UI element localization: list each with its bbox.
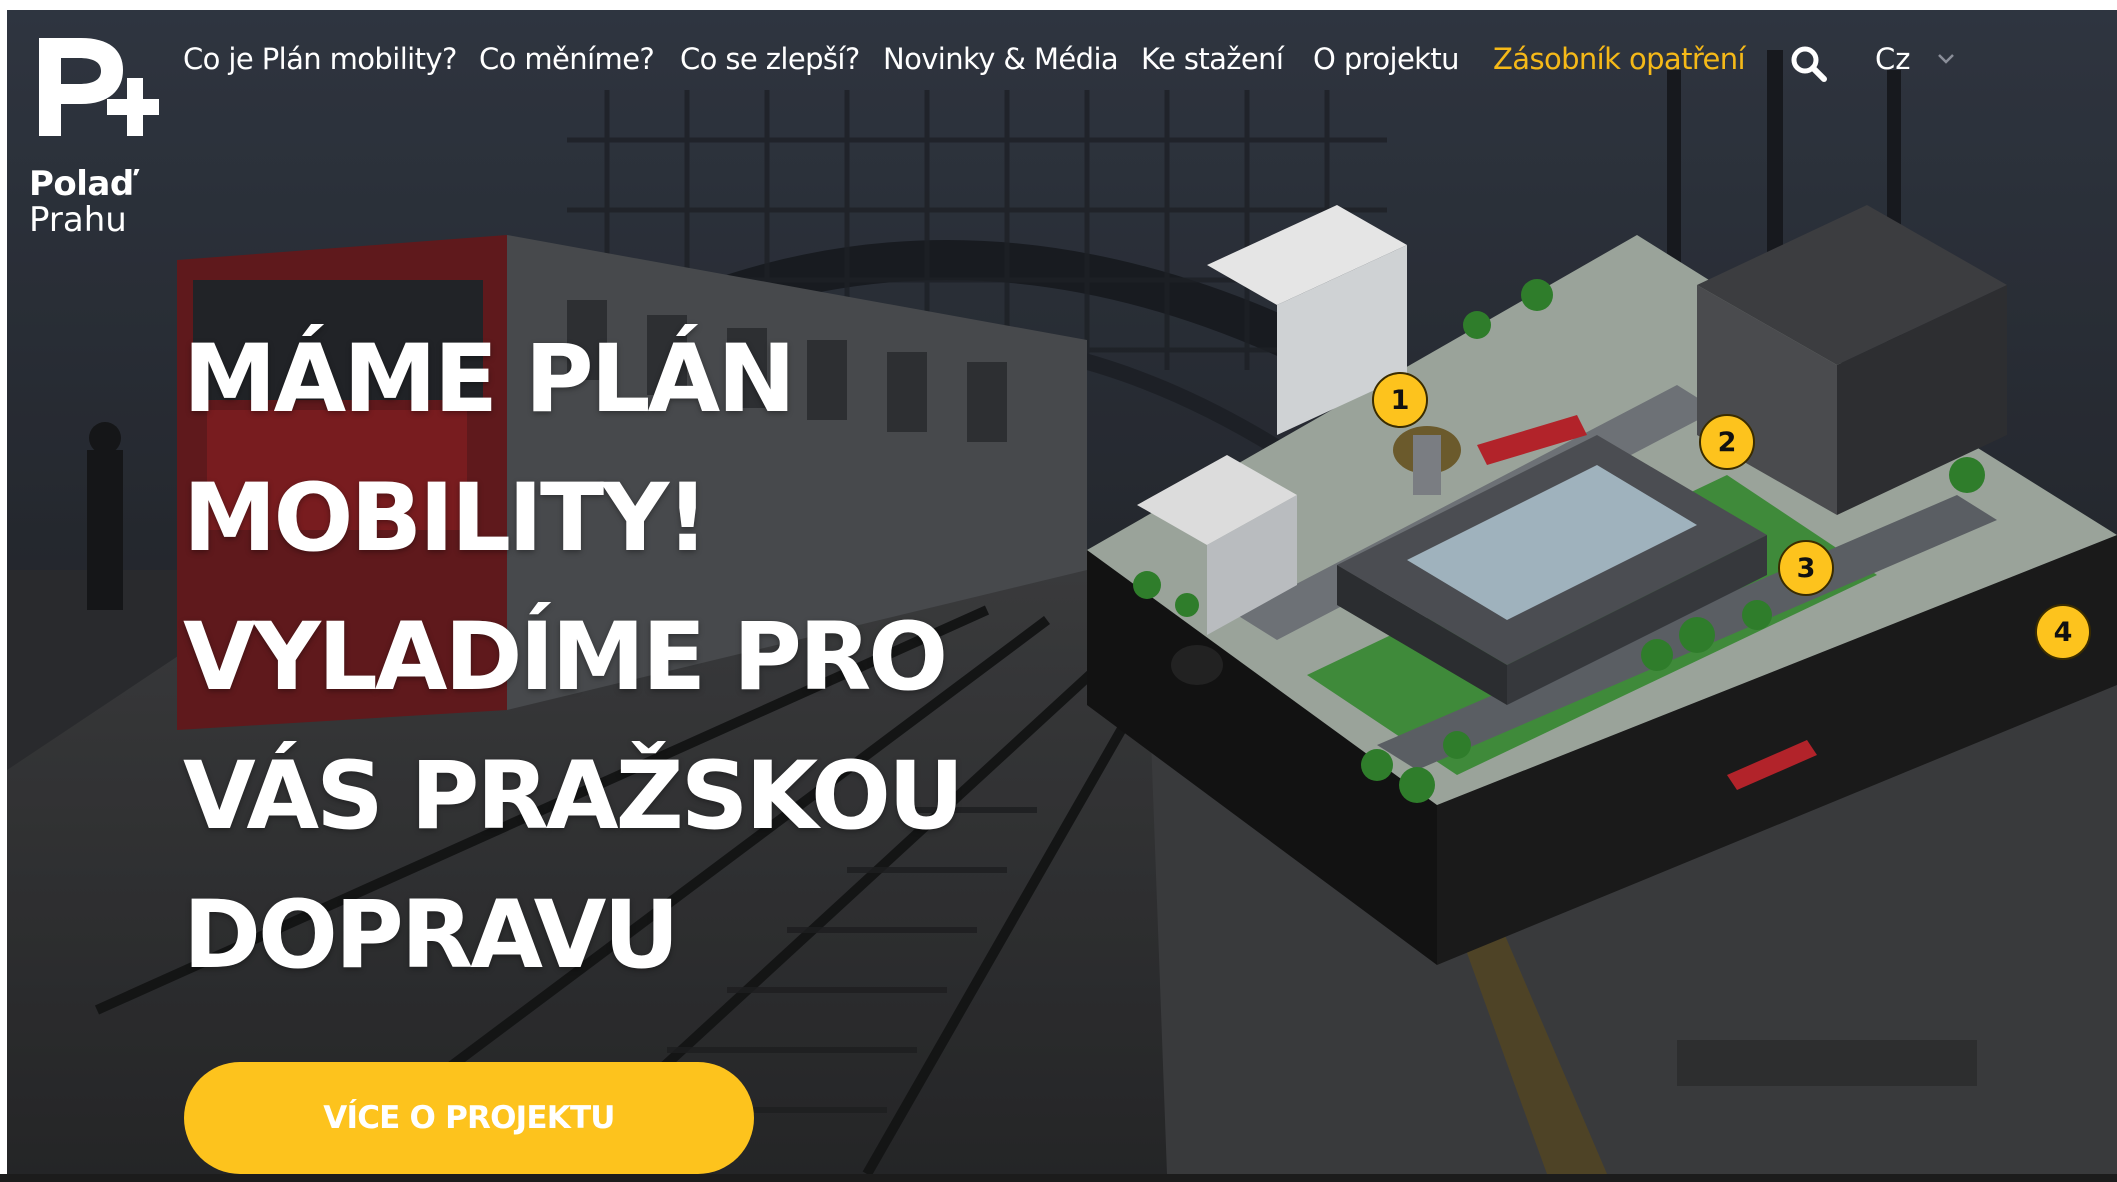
headline-line-2: MOBILITY! — [183, 464, 709, 573]
more-about-project-button[interactable]: VÍCE O PROJEKTU — [184, 1062, 754, 1174]
map-marker-4[interactable]: 4 — [2035, 604, 2091, 660]
city-illustration[interactable]: 1 2 3 4 — [1077, 205, 2117, 985]
language-label: Cz — [1875, 42, 1911, 76]
headline-line-5: DOPRAVU — [183, 881, 680, 990]
nav-item-ke-stazeni[interactable]: Ke stažení — [1141, 42, 1284, 76]
map-marker-1-label: 1 — [1391, 385, 1410, 416]
headline-line-1: MÁME PLÁN — [183, 325, 796, 434]
map-marker-2[interactable]: 2 — [1699, 414, 1755, 470]
nav-item-co-menime[interactable]: Co měníme? — [479, 42, 655, 76]
nav-item-co-je-plan-mobility[interactable]: Co je Plán mobility? — [183, 42, 457, 76]
logo-mark-icon — [39, 38, 159, 136]
map-marker-3[interactable]: 3 — [1778, 540, 1834, 596]
search-icon — [1791, 46, 1827, 82]
map-marker-3-label: 3 — [1797, 553, 1816, 584]
map-marker-2-label: 2 — [1718, 427, 1737, 458]
nav-item-co-se-zlepsi[interactable]: Co se zlepší? — [680, 42, 860, 76]
site-logo[interactable]: Polaď Prahu — [29, 32, 159, 252]
chevron-down-icon — [1938, 54, 1954, 64]
logo-text-line1: Polaď — [29, 164, 134, 204]
bottom-edge — [0, 1174, 2117, 1182]
nav-item-novinky-media[interactable]: Novinky & Média — [883, 42, 1119, 76]
search-button[interactable] — [1789, 44, 1829, 84]
map-marker-1[interactable]: 1 — [1372, 372, 1428, 428]
hero-headline: MÁME PLÁN MOBILITY! VYLADÍME PRO VÁS PRA… — [183, 310, 1083, 1005]
map-marker-4-label: 4 — [2054, 617, 2073, 648]
nav-item-o-projektu[interactable]: O projektu — [1313, 42, 1460, 76]
hero-section: Polaď Prahu Co je Plán mobility? Co mění… — [7, 10, 2117, 1174]
headline-line-4: VÁS PRAŽSKOU — [183, 742, 964, 851]
nav-item-zasobnik-opatreni[interactable]: Zásobník opatření — [1493, 42, 1746, 76]
logo-text-line2: Prahu — [29, 200, 127, 240]
language-selector[interactable]: Cz — [1875, 42, 1954, 76]
headline-line-3: VYLADÍME PRO — [183, 603, 948, 712]
